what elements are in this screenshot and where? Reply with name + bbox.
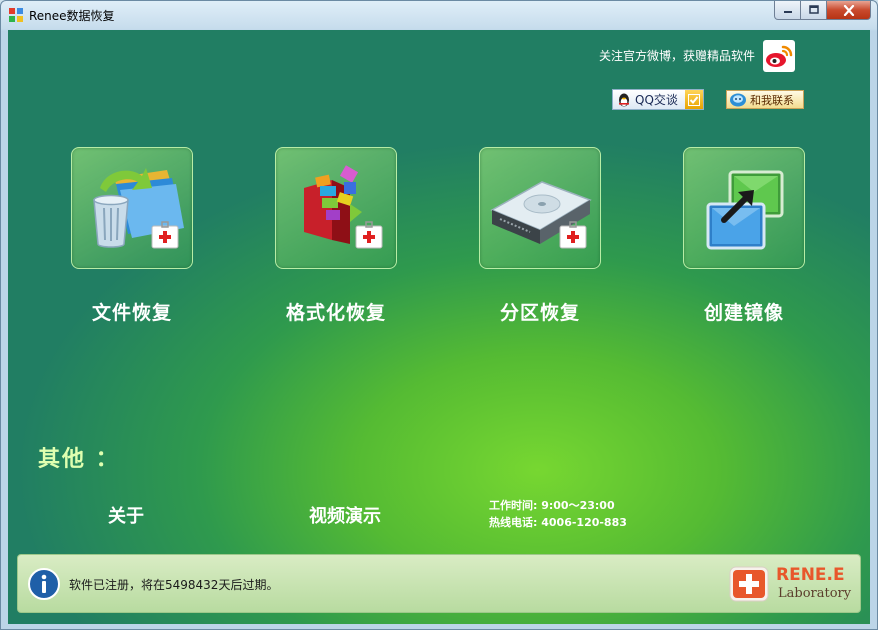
create-image-tile[interactable] (683, 147, 805, 269)
registration-status-text: 软件已注册，将在5498432天后过期。 (69, 578, 279, 592)
weibo-promo-text: 关注官方微博，获赠精品软件 (599, 49, 756, 63)
others-section-title: 其他 ： (38, 447, 120, 472)
partition-recovery-label[interactable]: 分区恢复 (460, 298, 620, 325)
status-bar: 软件已注册，将在5498432天后过期。 RENE.E Laboratory (17, 554, 861, 613)
partition-recovery-icon (490, 181, 592, 249)
hotline-text: 热线电话: 4006-120-883 (489, 516, 627, 529)
weibo-icon[interactable] (763, 40, 795, 72)
contact-us-button[interactable]: 和我联系 (726, 90, 804, 109)
window-controls (774, 1, 871, 21)
info-icon (28, 568, 60, 600)
about-link[interactable]: 关于 (108, 502, 144, 528)
qq-chat-button[interactable]: QQ交谈 (612, 89, 704, 110)
file-recovery-label[interactable]: 文件恢复 (52, 298, 212, 325)
format-recovery-icon (304, 165, 383, 249)
create-image-icon (706, 170, 784, 250)
video-demo-link[interactable]: 视频演示 (309, 502, 381, 528)
contact-us-label: 和我联系 (750, 93, 794, 107)
minimize-button[interactable] (774, 1, 801, 20)
main-panel: 关注官方微博，获赠精品软件 QQ交谈 和我联系 文件恢复 格式化恢复 分区恢复 … (8, 30, 870, 624)
title-bar: Renee数据恢复 (1, 1, 877, 29)
window-title: Renee数据恢复 (29, 9, 115, 23)
format-recovery-label[interactable]: 格式化恢复 (256, 298, 416, 325)
working-hours-text: 工作时间: 9:00～23:00 (489, 499, 615, 512)
format-recovery-tile[interactable] (275, 147, 397, 269)
create-image-label[interactable]: 创建镜像 (664, 298, 824, 325)
brand-subtitle: Laboratory (778, 586, 852, 601)
file-recovery-tile[interactable] (71, 147, 193, 269)
file-recovery-icon (93, 168, 184, 249)
check-icon (685, 90, 703, 109)
partition-recovery-tile[interactable] (479, 147, 601, 269)
close-icon (843, 4, 854, 16)
qq-chat-label: QQ交谈 (635, 93, 678, 107)
support-info: 工作时间: 9:00～23:00 热线电话: 4006-120-883 (489, 497, 627, 531)
maximize-icon (808, 5, 819, 14)
app-icon (9, 8, 23, 22)
app-window: Renee数据恢复 关注官方微博，获赠精品软件 QQ交谈 和我联系 文件恢复 格… (0, 0, 878, 630)
minimize-icon (783, 11, 792, 13)
qq-penguin-icon (619, 93, 629, 107)
maximize-button[interactable] (801, 1, 827, 20)
brand-name: RENE.E (776, 565, 845, 585)
close-button[interactable] (827, 1, 871, 20)
chat-bubble-icon (730, 93, 746, 106)
